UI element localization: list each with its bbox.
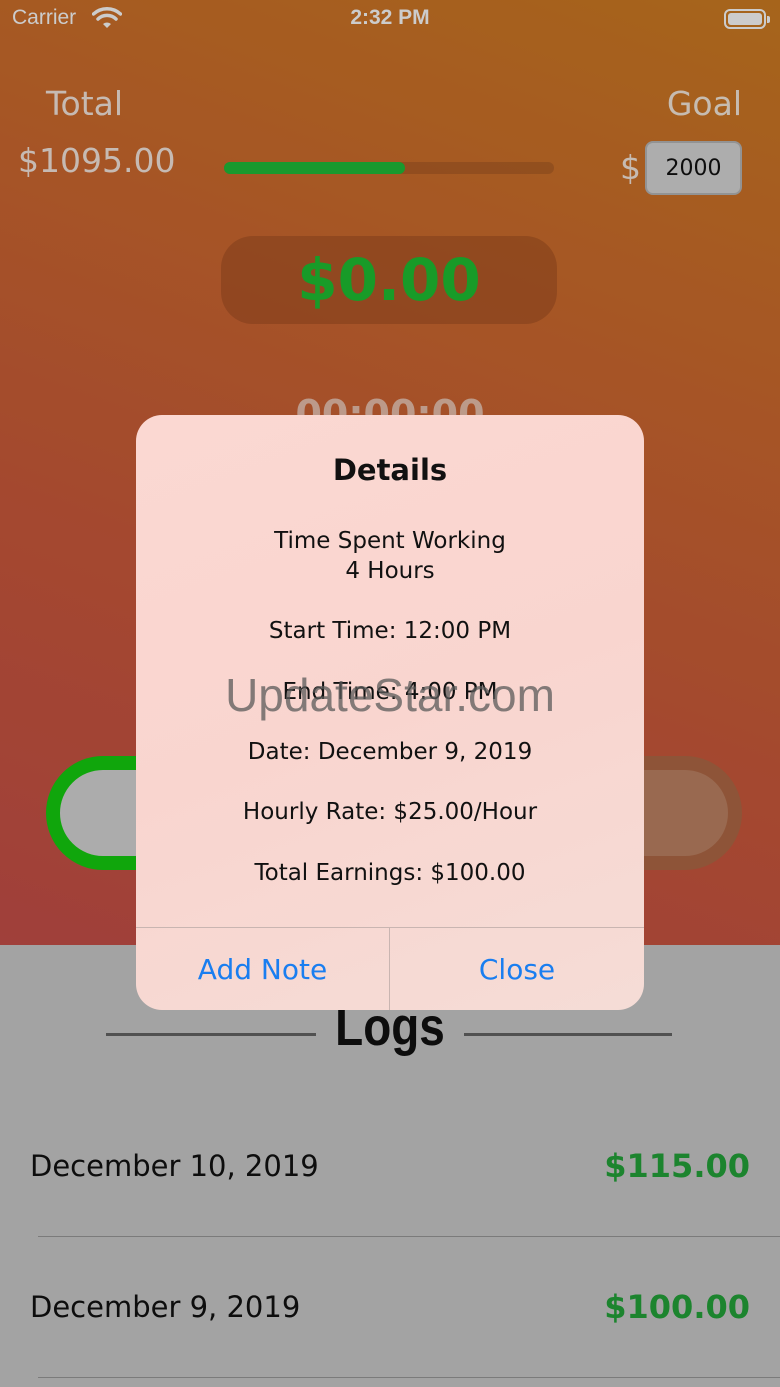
dialog-title: Details: [332, 453, 448, 487]
watermark: UpdateStar.com: [225, 669, 555, 721]
start-time-text: Start Time: 12:00 PM: [268, 618, 512, 644]
time-spent-value: 4 Hours: [345, 558, 435, 584]
hourly-rate-text: Hourly Rate: $25.00/Hour: [242, 799, 538, 825]
close-button[interactable]: Close: [390, 928, 644, 1010]
dialog-button-row: Add Note Close: [136, 927, 644, 1010]
time-spent-label: Time Spent Working: [274, 528, 506, 554]
add-note-button[interactable]: Add Note: [136, 928, 390, 1010]
date-text: Date: December 9, 2019: [247, 739, 533, 765]
total-earnings-text: Total Earnings: $100.00: [254, 860, 526, 886]
